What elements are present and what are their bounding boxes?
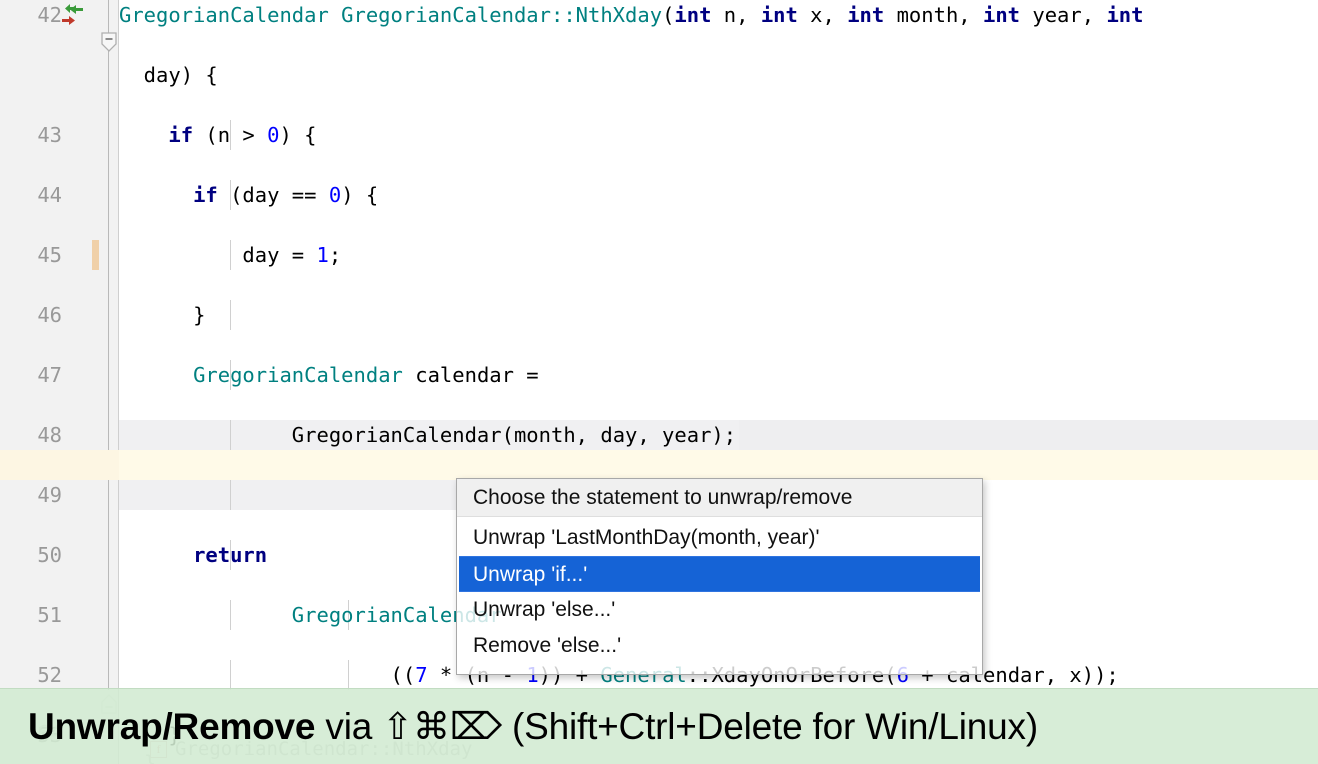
tok-txt: (n >	[193, 123, 268, 147]
tok-kw: int	[847, 3, 885, 27]
win-shortcut-label: (Shift+Ctrl+Delete for Win/Linux)	[501, 706, 1038, 747]
line-number: 42	[37, 3, 62, 27]
tok-txt: GregorianCalendar(month, day, year);	[291, 423, 737, 447]
line-content: GregorianCalendar GregorianCalendar::Nth…	[119, 0, 1143, 30]
tok-type: GregorianCalendar GregorianCalendar::Nth…	[119, 3, 663, 27]
line-content: }	[119, 300, 205, 330]
tok-num: 0	[328, 183, 342, 207]
line-content: return	[119, 540, 267, 570]
line-number: 50	[37, 543, 62, 567]
shortcut-hint-banner: Unwrap/Remove via ⇧⌘⌦ (Shift+Ctrl+Delete…	[0, 688, 1318, 764]
popup-title: Choose the statement to unwrap/remove	[457, 479, 982, 517]
line-number: 43	[37, 123, 62, 147]
popup-item-unwrap-if[interactable]: Unwrap 'if...'	[459, 556, 980, 592]
tok-kw: int	[674, 3, 712, 27]
tok-kw: int	[1106, 3, 1144, 27]
popup-item-unwrap-else[interactable]: Unwrap 'else...'	[457, 592, 982, 628]
tok-punct: (	[662, 3, 675, 27]
code-line: 48 GregorianCalendar(month, day, year);	[0, 420, 1318, 450]
tok-kw: return	[193, 543, 268, 567]
tok-txt: ) {	[279, 123, 317, 147]
line-content: GregorianCalendar	[119, 600, 502, 630]
tok-num: 1	[316, 243, 329, 267]
code-line: 44 if (day == 0) {	[0, 180, 1318, 210]
mac-shortcut-glyphs: ⇧⌘⌦	[382, 706, 502, 747]
shortcut-hint-text: Unwrap/Remove via ⇧⌘⌦ (Shift+Ctrl+Delete…	[28, 705, 1038, 748]
line-content: if (n > 0) {	[119, 120, 317, 150]
code-line: 43 if (n > 0) {	[0, 120, 1318, 150]
code-line-wrapped: day) {	[0, 60, 1318, 90]
tok-txt: day =	[242, 243, 317, 267]
line-number: 48	[37, 423, 62, 447]
tok-txt: ((	[390, 663, 416, 687]
tok-num: 0	[267, 123, 280, 147]
line-content: day) {	[119, 63, 218, 87]
tok-txt: n,	[711, 3, 761, 27]
line-number: 51	[37, 603, 62, 627]
popup-item-unwrap-lastmonthday[interactable]: Unwrap 'LastMonthDay(month, year)'	[457, 520, 982, 556]
tok-kw: if	[193, 183, 218, 207]
line-number: 49	[37, 483, 62, 507]
tok-txt: (day ==	[217, 183, 329, 207]
tok-txt: }	[193, 303, 206, 327]
tok-num: 7	[415, 663, 428, 687]
line-number: 46	[37, 303, 62, 327]
tok-txt: x,	[797, 3, 848, 27]
via-label: via	[315, 706, 383, 747]
line-number: 52	[37, 663, 62, 687]
tok-kw: int	[760, 3, 798, 27]
popup-item-remove-else[interactable]: Remove 'else...'	[457, 628, 982, 664]
tok-kw: int	[983, 3, 1021, 27]
line-content: if (day == 0) {	[119, 180, 378, 210]
tok-txt: ) {	[341, 183, 379, 207]
unwrap-remove-popup[interactable]: Choose the statement to unwrap/remove Un…	[456, 478, 983, 675]
tok-txt: ;	[328, 243, 342, 267]
tok-kw: if	[168, 123, 194, 147]
line-number: 47	[37, 363, 62, 387]
tok-type: GregorianCalendar	[193, 363, 403, 387]
line-content: GregorianCalendar(month, day, year);	[119, 420, 736, 450]
code-line: 47 GregorianCalendar calendar =	[0, 360, 1318, 390]
line-number: 44	[37, 183, 62, 207]
code-line: 45 day = 1;	[0, 240, 1318, 270]
ide-editor-window: 42 GregorianCalendar GregorianCalendar::…	[0, 0, 1318, 764]
tok-txt: year,	[1020, 3, 1107, 27]
line-content: day = 1;	[119, 240, 341, 270]
line-content: GregorianCalendar calendar =	[119, 360, 539, 390]
popup-option-list[interactable]: Unwrap 'LastMonthDay(month, year)' Unwra…	[457, 517, 982, 664]
code-line: 46 }	[0, 300, 1318, 330]
action-name: Unwrap/Remove	[28, 706, 316, 747]
tok-txt: calendar =	[402, 363, 539, 387]
tok-txt: month,	[884, 3, 983, 27]
code-line: 42 GregorianCalendar GregorianCalendar::…	[0, 0, 1318, 30]
line-number: 45	[37, 243, 62, 267]
